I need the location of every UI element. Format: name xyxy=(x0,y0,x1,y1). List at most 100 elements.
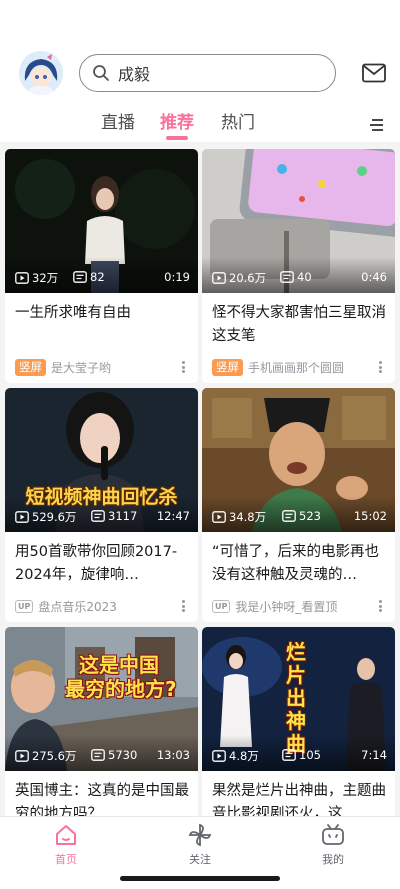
mail-icon[interactable] xyxy=(362,63,386,83)
play-count-icon xyxy=(212,750,226,762)
video-duration: 7:14 xyxy=(361,748,387,762)
comment-count: 523 xyxy=(282,509,321,523)
video-card[interactable]: 32万 82 0:19 一生所求唯有自由 竖屏 是大莹子哟 xyxy=(5,149,198,383)
vertical-badge: 竖屏 xyxy=(15,358,46,376)
nav-mine[interactable]: 我的 xyxy=(303,823,363,867)
video-duration: 0:46 xyxy=(361,270,387,284)
video-duration: 13:03 xyxy=(156,748,190,762)
video-meta: UP 盘点音乐2023 xyxy=(15,597,190,615)
video-stats: 275.6万 5730 13:03 xyxy=(15,748,190,764)
more-options-icon[interactable] xyxy=(182,361,186,373)
comment-count: 105 xyxy=(282,748,321,762)
tab-live[interactable]: 直播 xyxy=(101,108,135,133)
view-count: 34.8万 xyxy=(212,509,266,525)
video-card[interactable]: 34.8万 523 15:02 “可惜了，后来的电影再也没有这种触及灵魂的… U… xyxy=(202,388,395,622)
comment-count-text: 40 xyxy=(297,270,312,284)
video-thumbnail[interactable]: 短视频神曲回忆杀 529.6万 3117 12:47 xyxy=(5,388,198,532)
thumbnail-caption: 烂片出神曲 xyxy=(286,640,306,756)
view-count-text: 529.6万 xyxy=(32,510,77,524)
uploader-badge: UP xyxy=(15,599,34,613)
nav-home[interactable]: 首页 xyxy=(36,823,96,867)
nav-label: 我的 xyxy=(322,853,344,866)
danmaku-icon xyxy=(73,271,87,283)
video-meta: 竖屏 手机画画那个圆圆 xyxy=(212,358,387,376)
more-options-icon[interactable] xyxy=(379,361,383,373)
video-thumbnail[interactable]: 20.6万 40 0:46 xyxy=(202,149,395,293)
tv-icon xyxy=(322,824,344,845)
caption-line: 这是中国 xyxy=(79,653,159,677)
view-count: 529.6万 xyxy=(15,509,76,525)
menu-icon[interactable] xyxy=(370,118,384,132)
video-thumbnail[interactable]: 烂片出神曲 4.8万 105 7:14 xyxy=(202,627,395,771)
video-duration: 0:19 xyxy=(164,270,190,284)
play-count-icon xyxy=(15,272,29,284)
view-count: 32万 xyxy=(15,270,58,286)
play-count-icon xyxy=(212,272,226,284)
nav-label: 关注 xyxy=(189,853,211,866)
comment-count-text: 5730 xyxy=(108,748,138,762)
author-name[interactable]: 盘点音乐2023 xyxy=(38,598,117,615)
search-bar[interactable]: 成毅 xyxy=(79,54,336,92)
comment-count: 5730 xyxy=(91,748,137,762)
video-title[interactable]: 用50首歌带你回顾2017-2024年，旋律响… xyxy=(15,541,191,587)
top-header: 成毅 直播 推荐 热门 xyxy=(0,0,400,142)
view-count-text: 4.8万 xyxy=(229,749,259,763)
caption-line: 最穷的地方? xyxy=(65,677,177,701)
nav-label: 首页 xyxy=(55,853,77,866)
comment-count: 82 xyxy=(73,270,105,284)
comment-count: 40 xyxy=(280,270,312,284)
view-count-text: 20.6万 xyxy=(229,271,267,285)
comment-count-text: 3117 xyxy=(108,509,138,523)
more-options-icon[interactable] xyxy=(182,600,186,612)
video-thumbnail[interactable]: 这是中国 最穷的地方? 275.6万 5730 13:03 xyxy=(5,627,198,771)
play-count-icon xyxy=(15,750,29,762)
comment-count: 3117 xyxy=(91,509,137,523)
author-name[interactable]: 我是小钟呀_看置顶 xyxy=(235,598,337,615)
danmaku-icon xyxy=(91,749,105,761)
video-card[interactable]: 短视频神曲回忆杀 529.6万 3117 12:47 用50首歌带你回顾2017… xyxy=(5,388,198,622)
video-meta: UP 我是小钟呀_看置顶 xyxy=(212,597,387,615)
comment-count-text: 523 xyxy=(299,509,321,523)
video-duration: 12:47 xyxy=(156,509,190,523)
video-title[interactable]: 怪不得大家都害怕三星取消这支笔 xyxy=(212,302,388,348)
play-count-icon xyxy=(212,511,226,523)
video-stats: 32万 82 0:19 xyxy=(15,270,190,286)
video-stats: 34.8万 523 15:02 xyxy=(212,509,387,525)
author-name[interactable]: 是大莹子哟 xyxy=(51,359,111,376)
comment-count-text: 105 xyxy=(299,748,321,762)
video-stats: 20.6万 40 0:46 xyxy=(212,270,387,286)
video-title[interactable]: “可惜了，后来的电影再也没有这种触及灵魂的… xyxy=(212,541,388,587)
danmaku-icon xyxy=(282,510,296,522)
avatar[interactable] xyxy=(19,51,63,95)
video-meta: 竖屏 是大莹子哟 xyxy=(15,358,190,376)
view-count: 275.6万 xyxy=(15,748,76,764)
view-count: 20.6万 xyxy=(212,270,266,286)
video-duration: 15:02 xyxy=(353,509,387,523)
video-card[interactable]: 20.6万 40 0:46 怪不得大家都害怕三星取消这支笔 竖屏 手机画画那个圆… xyxy=(202,149,395,383)
tab-recommend[interactable]: 推荐 xyxy=(160,108,194,133)
vertical-badge: 竖屏 xyxy=(212,358,243,376)
pinwheel-icon xyxy=(188,823,212,847)
more-options-icon[interactable] xyxy=(379,600,383,612)
tab-hot[interactable]: 热门 xyxy=(221,108,255,133)
nav-follow[interactable]: 关注 xyxy=(170,823,230,867)
video-thumbnail[interactable]: 34.8万 523 15:02 xyxy=(202,388,395,532)
danmaku-icon xyxy=(280,271,294,283)
danmaku-icon xyxy=(91,510,105,522)
thumbnail-caption: 这是中国 最穷的地方? xyxy=(65,653,177,701)
search-icon xyxy=(93,65,109,81)
video-stats: 4.8万 105 7:14 xyxy=(212,748,387,764)
uploader-badge: UP xyxy=(212,599,231,613)
view-count-text: 34.8万 xyxy=(229,510,267,524)
video-thumbnail[interactable]: 32万 82 0:19 xyxy=(5,149,198,293)
video-stats: 529.6万 3117 12:47 xyxy=(15,509,190,525)
video-title[interactable]: 一生所求唯有自由 xyxy=(15,302,191,325)
home-indicator xyxy=(120,876,280,881)
view-count-text: 275.6万 xyxy=(32,749,77,763)
author-name[interactable]: 手机画画那个圆圆 xyxy=(248,359,344,376)
avatar-image xyxy=(19,51,63,95)
search-input[interactable]: 成毅 xyxy=(118,61,150,85)
active-tab-indicator xyxy=(166,136,188,140)
view-count-text: 32万 xyxy=(32,271,59,285)
danmaku-icon xyxy=(282,749,296,761)
